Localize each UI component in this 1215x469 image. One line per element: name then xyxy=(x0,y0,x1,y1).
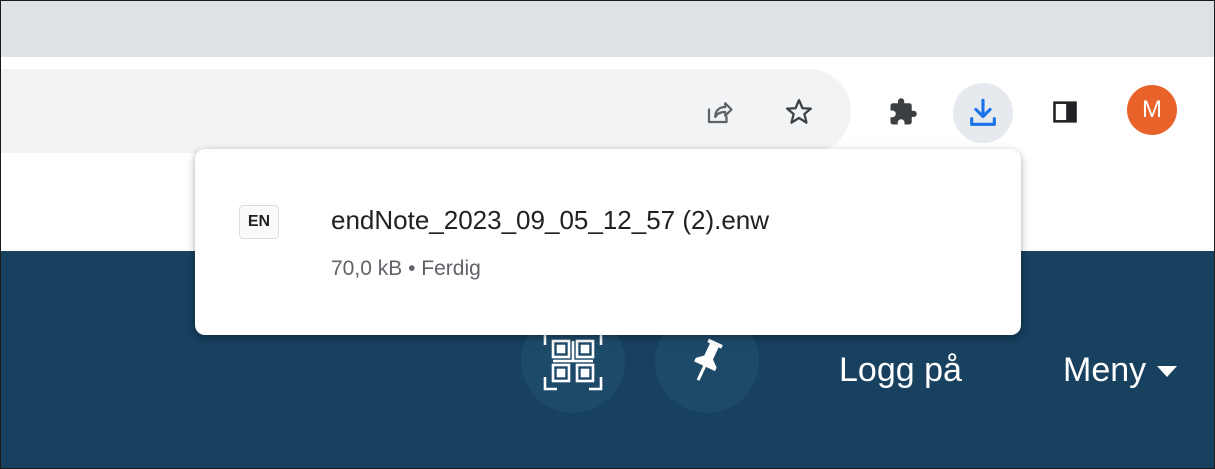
menu-button[interactable]: Meny xyxy=(1063,351,1178,390)
file-status: 70,0 kB • Ferdig xyxy=(331,257,481,281)
login-link[interactable]: Logg på xyxy=(839,351,962,390)
status-separator: • xyxy=(408,257,416,280)
download-icon xyxy=(966,96,1000,130)
download-button[interactable] xyxy=(953,83,1013,143)
qr-code-icon xyxy=(541,329,605,393)
menu-label: Meny xyxy=(1063,351,1147,389)
file-size: 70,0 kB xyxy=(331,257,403,280)
star-icon[interactable] xyxy=(777,90,821,134)
download-bubble: EN endNote_2023_09_05_12_57 (2).enw 70,0… xyxy=(195,149,1021,335)
tab-strip xyxy=(1,1,1214,57)
pin-icon xyxy=(684,336,730,386)
profile-avatar[interactable]: M xyxy=(1127,85,1177,135)
file-name: endNote_2023_09_05_12_57 (2).enw xyxy=(331,205,770,235)
caret-down-icon xyxy=(1156,364,1178,378)
browser-toolbar: M xyxy=(1,57,1214,157)
puzzle-icon[interactable] xyxy=(881,90,925,134)
side-panel-icon[interactable] xyxy=(1043,90,1087,134)
download-item[interactable]: EN endNote_2023_09_05_12_57 (2).enw 70,0… xyxy=(195,149,1021,335)
browser-window: M Logg på Meny EN endNote_2023_09_05_12_… xyxy=(0,0,1215,469)
share-icon[interactable] xyxy=(697,90,741,134)
download-status: Ferdig xyxy=(421,257,481,280)
file-type-icon: EN xyxy=(239,205,279,239)
